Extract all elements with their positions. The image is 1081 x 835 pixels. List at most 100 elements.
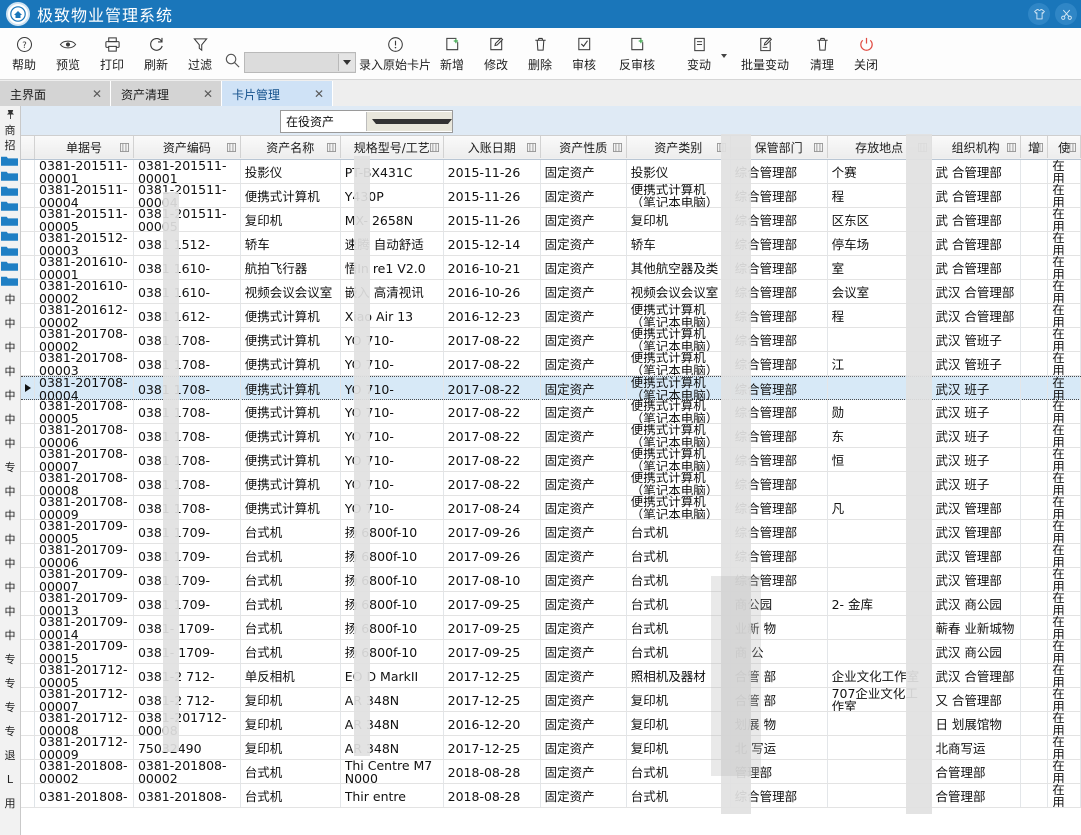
table-cell-nature[interactable]: 固定资产 <box>541 377 627 400</box>
table-cell-inc[interactable] <box>1021 400 1049 423</box>
table-cell-model[interactable]: AR 348N <box>341 712 444 735</box>
table-cell-name[interactable]: 投影仪 <box>241 160 341 183</box>
table-cell-doc[interactable]: 0381-201709-00005 <box>35 520 134 543</box>
table-cell-nature[interactable]: 固定资产 <box>541 208 627 231</box>
table-cell-use[interactable]: 在用 <box>1048 256 1081 279</box>
table-cell-dept[interactable]: 管理部 <box>731 760 828 783</box>
left-tree-tail-label[interactable]: 专 <box>0 696 20 720</box>
table-cell-inc[interactable] <box>1021 688 1049 711</box>
table-cell-dept[interactable]: 综合管理部 <box>731 472 828 495</box>
table-cell-nature[interactable]: 固定资产 <box>541 184 627 207</box>
modify-button[interactable]: 修改 <box>474 28 518 83</box>
table-cell-nature[interactable]: 固定资产 <box>541 328 627 351</box>
folder-icon[interactable] <box>0 198 20 213</box>
table-cell-category[interactable]: 台式机 <box>627 640 731 663</box>
sort-icon[interactable] <box>429 141 439 155</box>
grid-header-row[interactable]: 单据号 资产编码 资产名称 规格型号/工艺 入账日期 资产性质 资产类别 保管部门 存放地点 组织… <box>21 135 1081 160</box>
shirt-icon[interactable] <box>1028 3 1050 25</box>
table-cell-use[interactable]: 在用 <box>1048 736 1081 759</box>
table-cell-use[interactable]: 在用 <box>1048 352 1081 375</box>
table-cell-doc[interactable]: 0381-201808-00002 <box>35 760 134 783</box>
table-cell-nature[interactable]: 固定资产 <box>541 352 627 375</box>
table-cell-doc[interactable]: 0381-201712-00005 <box>35 664 134 687</box>
help-button[interactable]: ? 帮助 <box>2 28 46 83</box>
table-cell-date[interactable]: 2015-12-14 <box>444 232 541 255</box>
table-cell-org[interactable]: 武汉 管理部 <box>931 520 1021 543</box>
table-cell-place[interactable]: 江 <box>828 352 932 375</box>
table-cell-org[interactable]: 武汉 商公园 <box>931 640 1021 663</box>
table-cell-doc[interactable]: 0381-201712-00008 <box>35 712 134 735</box>
table-cell-inc[interactable] <box>1021 160 1049 183</box>
table-cell-inc[interactable] <box>1021 544 1049 567</box>
table-cell-nature[interactable]: 固定资产 <box>541 712 627 735</box>
table-cell-name[interactable]: 台式机 <box>241 520 341 543</box>
table-cell-place[interactable]: 程 <box>828 184 932 207</box>
table-cell-code[interactable]: 0381-2 712- <box>134 664 241 687</box>
table-cell-use[interactable]: 在用 <box>1048 280 1081 303</box>
table-cell-date[interactable]: 2016-12-23 <box>444 304 541 327</box>
left-tree-tail-label[interactable]: 中 <box>0 504 20 528</box>
table-cell-name[interactable]: 便携式计算机 <box>241 472 341 495</box>
table-cell-place[interactable]: 程 <box>828 304 932 327</box>
grid-header-cell[interactable]: 资产编码 <box>133 136 241 158</box>
print-button[interactable]: 打印 <box>90 28 134 83</box>
table-cell-category[interactable]: 其他航空器及类 <box>627 256 731 279</box>
table-cell-dept[interactable]: 综合管理部 <box>731 784 828 807</box>
table-cell-doc[interactable]: 0381-201708-00003 <box>35 352 134 375</box>
asset-card-grid[interactable]: 单据号 资产编码 资产名称 规格型号/工艺 入账日期 资产性质 资产类别 保管部门 存放地点 组织… <box>21 135 1081 835</box>
table-cell-date[interactable]: 2015-11-26 <box>444 184 541 207</box>
table-cell-code[interactable]: 0381-201511-00001 <box>134 160 241 183</box>
table-cell-dept[interactable]: 综合管理部 <box>731 160 828 183</box>
table-cell-code[interactable]: 0381-201808- <box>134 784 241 807</box>
table-cell-model[interactable]: YO 710- <box>341 328 444 351</box>
table-cell-dept[interactable]: 综合管理部 <box>731 400 828 423</box>
table-cell-name[interactable]: 便携式计算机 <box>241 400 341 423</box>
left-tree-tail-label[interactable]: 中 <box>0 432 20 456</box>
table-cell-use[interactable]: 在用 <box>1048 616 1081 639</box>
table-cell-place[interactable] <box>828 784 932 807</box>
table-cell-org[interactable]: 武汉 管理部 <box>931 568 1021 591</box>
table-cell-date[interactable]: 2016-12-20 <box>444 712 541 735</box>
table-cell-code[interactable]: 0381 1610- <box>134 280 241 303</box>
table-cell-place[interactable]: 凡 <box>828 496 932 519</box>
table-cell-code[interactable]: 0381- 1709- <box>134 616 241 639</box>
left-tree-tail-label[interactable]: 中 <box>0 624 20 648</box>
table-cell-category[interactable]: 轿车 <box>627 232 731 255</box>
table-cell-code[interactable]: 0381 1708- <box>134 496 241 519</box>
table-cell-org[interactable]: 武汉 管班子 <box>931 328 1021 351</box>
table-row[interactable]: 0381-201808-00002 0381-201808-00002 台式机 Thi… <box>21 760 1081 784</box>
table-cell-name[interactable]: 便携式计算机 <box>241 184 341 207</box>
table-cell-org[interactable]: 武汉 班子 <box>931 472 1021 495</box>
table-cell-name[interactable]: 便携式计算机 <box>241 352 341 375</box>
filter-button[interactable]: 过滤 <box>178 28 222 83</box>
table-cell-place[interactable] <box>828 520 932 543</box>
row-indicator[interactable] <box>21 256 35 279</box>
table-cell-inc[interactable] <box>1021 736 1049 759</box>
table-cell-nature[interactable]: 固定资产 <box>541 160 627 183</box>
left-tree-tail-label[interactable]: 中 <box>0 528 20 552</box>
table-cell-dept[interactable]: 综合管理部 <box>731 496 828 519</box>
table-cell-nature[interactable]: 固定资产 <box>541 784 627 807</box>
table-row[interactable]: 0381-201610-00001 0381 1610- 航拍飞行器 悟In re1 … <box>21 256 1081 280</box>
grid-header-cell[interactable]: 资产性质 <box>540 136 627 158</box>
table-cell-code[interactable]: 0381 1708- <box>134 328 241 351</box>
left-tree-tail-label[interactable]: 中 <box>0 288 20 312</box>
table-cell-doc[interactable]: 0381-201610-00002 <box>35 280 134 303</box>
left-tree-tail-label[interactable]: 用 <box>0 792 20 816</box>
table-cell-name[interactable]: 便携式计算机 <box>241 496 341 519</box>
table-cell-use[interactable]: 在用 <box>1048 377 1081 400</box>
row-indicator[interactable] <box>21 496 35 519</box>
table-cell-inc[interactable] <box>1021 760 1049 783</box>
grid-header-cell[interactable]: 增 <box>1020 136 1049 158</box>
table-cell-dept[interactable]: 综合管理部 <box>731 544 828 567</box>
table-cell-org[interactable]: 武汉 班子 <box>931 400 1021 423</box>
table-cell-doc[interactable]: 0381-201512-00003 <box>35 232 134 255</box>
table-cell-inc[interactable] <box>1021 568 1049 591</box>
table-cell-nature[interactable]: 固定资产 <box>541 688 627 711</box>
table-cell-inc[interactable] <box>1021 784 1049 807</box>
table-cell-use[interactable]: 在用 <box>1048 544 1081 567</box>
table-cell-name[interactable]: 便携式计算机 <box>241 424 341 447</box>
table-cell-doc[interactable]: 0381-201612-00002 <box>35 304 134 327</box>
table-cell-category[interactable]: 复印机 <box>627 712 731 735</box>
table-cell-name[interactable]: 台式机 <box>241 640 341 663</box>
